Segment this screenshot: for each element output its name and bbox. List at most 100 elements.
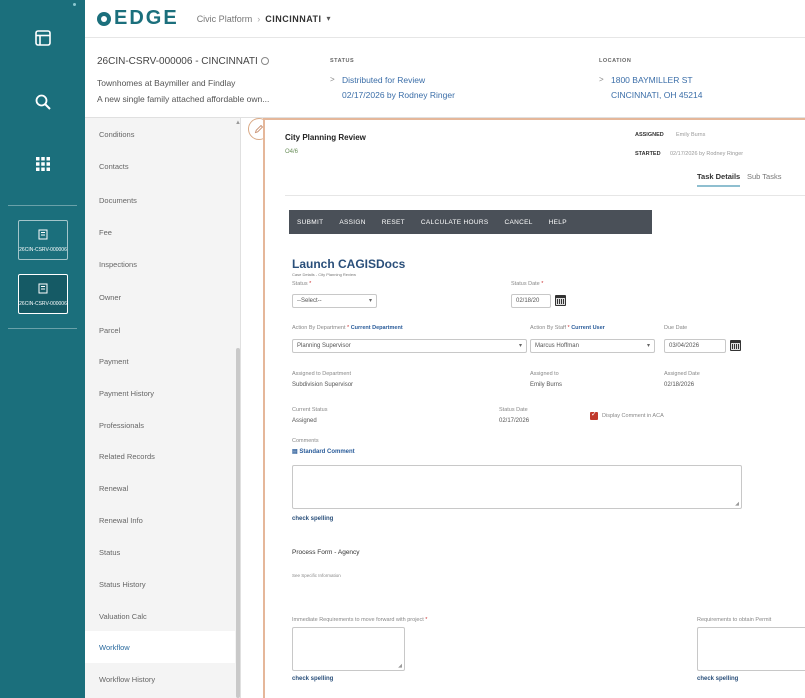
status-date-label: Status Date *: [511, 281, 544, 287]
reset-button[interactable]: RESET: [374, 219, 413, 226]
current-department-link[interactable]: Current Department: [351, 325, 403, 331]
chevron-down-icon: ▾: [368, 298, 372, 304]
immediate-requirements-label: Immediate Requirements to move forward w…: [292, 617, 428, 623]
due-date-label: Due Date: [664, 325, 688, 331]
assigned-date-value: 02/18/2026: [664, 382, 695, 388]
sidebar-scrollbar[interactable]: [236, 348, 240, 698]
chevron-down-icon: ▾: [646, 343, 650, 349]
resize-grip-icon[interactable]: ◢: [735, 501, 739, 507]
sidebar-item-renewal[interactable]: Renewal: [85, 472, 235, 504]
assigned-department-value: Subdivision Supervisor: [292, 382, 354, 388]
sidebar-item-fee[interactable]: Fee: [85, 216, 235, 248]
sidebar-item-payment[interactable]: Payment: [85, 345, 235, 377]
assigned-date-label: Assigned Date: [664, 371, 700, 377]
display-comment-label: Display Comment in ACA: [602, 413, 664, 419]
active-record-tile[interactable]: 26CIN-CSRV-000006: [18, 274, 68, 314]
launch-cagisdocs-link[interactable]: Launch CAGISDocs: [292, 257, 405, 271]
sidebar-item-renewal-info[interactable]: Renewal Info: [85, 504, 235, 536]
record-sidebar: ▲ Conditions Contacts Documents Fee Inspecti…: [85, 118, 241, 698]
current-status-label: Current Status: [292, 407, 328, 413]
help-button[interactable]: HELP: [541, 219, 575, 226]
check-spelling-link[interactable]: check spelling: [697, 676, 738, 682]
sidebar-item-related-records[interactable]: Related Records: [85, 440, 235, 472]
tab-task-details[interactable]: Task Details: [697, 172, 741, 187]
current-user-link[interactable]: Current User: [571, 325, 605, 331]
current-status-date-value: 02/17/2026: [499, 418, 530, 424]
requirements-permit-textarea[interactable]: [697, 627, 805, 671]
action-staff-label: Action By Staff * Current User: [530, 325, 605, 331]
document-icon: ▤: [292, 449, 298, 455]
record-name: Townhomes at Baymiller and Findlay: [97, 78, 236, 88]
sidebar-item-professionals[interactable]: Professionals: [85, 409, 235, 441]
status-select[interactable]: --Select-- ▾: [292, 294, 377, 308]
location-city[interactable]: CINCINNATI, OH 45214: [611, 90, 702, 100]
assigned-to-value: Emily Burns: [530, 382, 563, 388]
breadcrumb-separator: ›: [257, 13, 261, 24]
status-field-label: Status *: [292, 281, 312, 287]
calculate-hours-button[interactable]: CALCULATE HOURS: [413, 219, 497, 226]
action-staff-select[interactable]: Marcus Hoffman ▾: [530, 339, 655, 353]
record-description: A new single family attached affordable …: [97, 94, 270, 104]
tab-sub-tasks[interactable]: Sub Tasks: [747, 172, 781, 181]
sidebar-item-contacts[interactable]: Contacts: [85, 150, 235, 182]
status-date-by[interactable]: 02/17/2026 by Rodney Ringer: [342, 90, 455, 100]
record-tile-label: 26CIN-CSRV-000006: [19, 247, 67, 253]
sidebar-item-status[interactable]: Status: [85, 536, 235, 568]
edge-logo[interactable]: EDGE: [97, 7, 179, 30]
search-icon[interactable]: [0, 86, 85, 118]
standard-comment-link[interactable]: ▤ Standard Comment: [292, 448, 355, 455]
status-date-input[interactable]: 02/18/20: [511, 294, 551, 308]
process-form-title: Process Form - Agency: [292, 549, 360, 556]
sidebar-item-owner[interactable]: Owner: [85, 281, 235, 313]
immediate-requirements-textarea[interactable]: ◢: [292, 627, 405, 671]
sidebar-item-valuation-calc[interactable]: Valuation Calc: [85, 600, 235, 632]
due-date-input[interactable]: 03/04/2026: [664, 339, 726, 353]
action-department-label: Action By Department * Current Departmen…: [292, 325, 403, 331]
started-label: STARTED: [635, 151, 661, 157]
rail-corner-dot: [73, 3, 76, 6]
check-spelling-link[interactable]: check spelling: [292, 516, 333, 522]
sidebar-item-payment-history[interactable]: Payment History: [85, 377, 235, 409]
comments-label: Comments: [292, 438, 319, 444]
sidebar-item-inspections[interactable]: Inspections: [85, 248, 235, 280]
window-icon[interactable]: [0, 22, 85, 54]
rail-divider: [8, 205, 77, 206]
breadcrumb-agency[interactable]: CINCINNATI: [265, 14, 321, 24]
task-panel: City Planning Review O4/6 ASSIGNED Emily…: [263, 118, 805, 698]
info-circle-icon[interactable]: [260, 57, 269, 65]
location-street[interactable]: 1800 BAYMILLER ST: [611, 75, 693, 85]
recent-record-tile[interactable]: 26CIN-CSRV-000006: [18, 220, 68, 260]
action-department-select[interactable]: Planning Supervisor ▾: [292, 339, 527, 353]
sidebar-item-parcel[interactable]: Parcel: [85, 314, 235, 346]
comments-textarea[interactable]: ◢: [292, 465, 742, 509]
check-spelling-link[interactable]: check spelling: [292, 676, 333, 682]
sidebar-item-status-history[interactable]: Status History: [85, 568, 235, 600]
sidebar-item-conditions[interactable]: Conditions: [85, 118, 235, 150]
sidebar-item-documents[interactable]: Documents: [85, 184, 235, 216]
calendar-icon[interactable]: [555, 295, 566, 306]
current-status-date-label: Status Date: [499, 407, 528, 413]
requirements-permit-label: Requirements to obtain Permit: [697, 617, 772, 623]
task-subtitle: O4/6: [285, 149, 299, 155]
sidebar-item-workflow-history[interactable]: Workflow History: [85, 663, 235, 695]
grid-icon[interactable]: [0, 148, 85, 180]
assign-button[interactable]: ASSIGN: [331, 219, 373, 226]
calendar-icon[interactable]: [730, 340, 741, 351]
record-header: 26CIN-CSRV-000006 - CINCINNATI Townhomes…: [85, 38, 805, 118]
task-title: City Planning Review: [285, 133, 366, 142]
rail-divider: [8, 328, 77, 329]
location-label: LOCATION: [599, 58, 632, 64]
record-id: 26CIN-CSRV-000006 - CINCINNATI: [97, 56, 269, 67]
cancel-button[interactable]: CANCEL: [497, 219, 541, 226]
app-rail: 26CIN-CSRV-000006 26CIN-CSRV-000006: [0, 0, 85, 698]
breadcrumb-root[interactable]: Civic Platform: [197, 14, 253, 24]
sidebar-item-workflow[interactable]: Workflow: [85, 631, 235, 663]
assigned-to-label: Assigned to: [530, 371, 559, 377]
display-comment-checkbox[interactable]: [590, 410, 598, 420]
resize-grip-icon[interactable]: ◢: [398, 663, 402, 669]
process-form-subtitle: See Specific Information: [292, 573, 341, 578]
chevron-down-icon[interactable]: ▾: [327, 14, 331, 23]
status-value[interactable]: Distributed for Review: [342, 75, 425, 85]
current-status-value: Assigned: [292, 418, 317, 424]
submit-button[interactable]: SUBMIT: [289, 219, 331, 226]
